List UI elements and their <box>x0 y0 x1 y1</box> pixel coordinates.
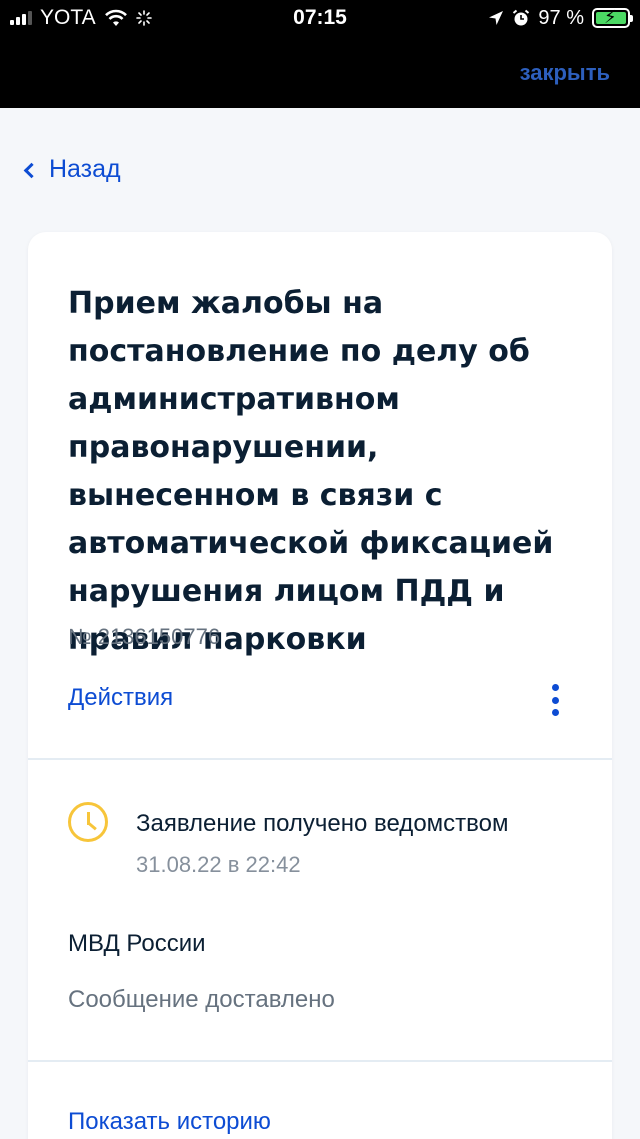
application-card: Прием жалобы на постановление по делу об… <box>28 232 612 1139</box>
close-button[interactable]: закрыть <box>520 60 610 86</box>
status-bar-right: 97 % ⚡ <box>488 6 633 30</box>
battery-percent: 97 % <box>538 6 584 29</box>
application-number: № 2136150776 <box>68 624 221 649</box>
location-arrow-icon <box>489 11 504 25</box>
charging-bolt-icon: ⚡ <box>604 7 617 27</box>
top-bar: YOTA 07:15 97 % ⚡ закрыть <box>0 0 640 108</box>
status-title: Заявление получено ведомством <box>136 810 509 837</box>
actions-link[interactable]: Действия <box>68 684 173 712</box>
show-history-link[interactable]: Показать историю <box>68 1108 271 1136</box>
chevron-left-icon <box>23 162 40 178</box>
application-title: Прием жалобы на постановление по делу об… <box>68 286 554 657</box>
alarm-icon <box>513 9 530 26</box>
back-label: Назад <box>49 155 121 183</box>
divider <box>28 758 612 760</box>
delivery-status: Сообщение доставлено <box>68 986 335 1013</box>
clock-icon <box>68 802 108 842</box>
more-options-icon[interactable] <box>550 684 560 716</box>
battery-icon: ⚡ <box>592 7 633 28</box>
status-date: 31.08.22 в 22:42 <box>136 852 301 877</box>
organization-name: МВД России <box>68 930 206 957</box>
divider <box>28 1060 612 1062</box>
back-button[interactable]: Назад <box>23 155 121 184</box>
